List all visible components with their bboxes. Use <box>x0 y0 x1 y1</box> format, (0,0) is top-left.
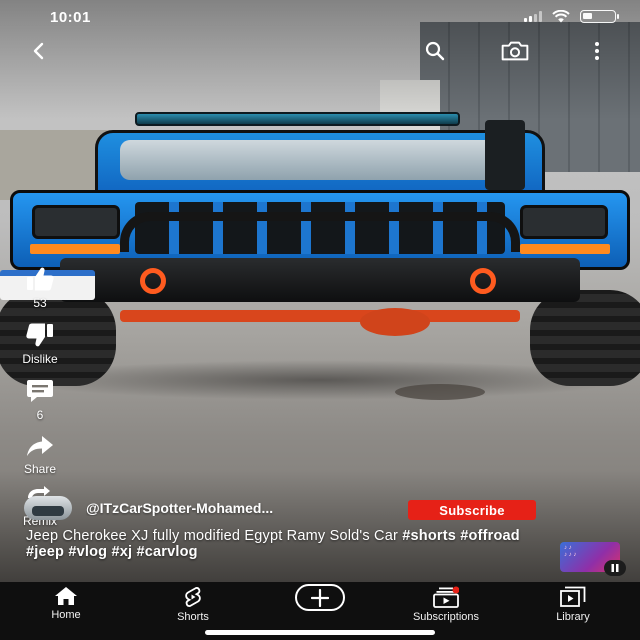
nav-create[interactable] <box>275 584 365 611</box>
battery-level <box>583 13 592 19</box>
front-bumper <box>60 258 580 302</box>
short-video-frame[interactable] <box>0 0 640 582</box>
hashtag[interactable]: #jeep <box>26 544 64 560</box>
hashtag[interactable]: #offroad <box>460 528 520 544</box>
nav-library[interactable]: Library <box>528 586 618 623</box>
nav-library-label: Library <box>556 611 590 623</box>
status-time: 10:01 <box>50 9 91 26</box>
nav-subscriptions-label: Subscriptions <box>412 611 480 623</box>
video-title[interactable]: Jeep Cherokee XJ fully modified Egypt Ra… <box>26 528 546 560</box>
hashtag[interactable]: #carvlog <box>136 544 197 560</box>
chevron-left-icon <box>33 42 44 60</box>
home-icon <box>55 587 77 605</box>
dislike-button[interactable]: Dislike <box>0 322 80 366</box>
front-axle <box>120 310 520 322</box>
video-title-text: Jeep Cherokee XJ fully modified Egypt Ra… <box>26 528 399 544</box>
home-indicator[interactable] <box>205 630 435 635</box>
more-vertical-icon <box>595 42 599 60</box>
bottom-gradient <box>0 470 640 582</box>
bull-bar <box>120 212 520 252</box>
camera-icon <box>501 41 529 61</box>
differential <box>360 308 430 336</box>
comment-icon <box>27 380 53 402</box>
hashtag[interactable]: #xj <box>111 544 132 560</box>
nav-home-label: Home <box>51 609 81 621</box>
channel-name[interactable]: @ITzCarSpotter-Mohamed... <box>86 500 386 516</box>
hashtag[interactable]: #vlog <box>68 544 107 560</box>
channel-info[interactable]: @ITzCarSpotter-Mohamed... <box>24 496 386 520</box>
right-amber-light <box>520 244 610 254</box>
dislike-label: Dislike <box>22 352 58 366</box>
share-label: Share <box>23 462 57 476</box>
thumbs-up-icon <box>27 267 54 291</box>
comments-button[interactable]: 6 <box>0 378 80 422</box>
comment-count: 6 <box>36 408 44 422</box>
like-button[interactable]: 53 <box>0 266 80 310</box>
left-amber-light <box>30 244 120 254</box>
share-arrow-icon <box>27 436 53 456</box>
share-button[interactable]: Share <box>0 434 80 476</box>
pause-icon <box>611 564 619 572</box>
left-headlight <box>32 205 120 239</box>
nav-home[interactable]: Home <box>21 586 111 621</box>
subscribe-button[interactable]: Subscribe <box>408 500 536 520</box>
nav-shorts-label: Shorts <box>177 611 209 623</box>
jeep-windshield <box>120 140 520 180</box>
wifi-icon <box>552 10 570 23</box>
more-options-button[interactable] <box>582 36 612 66</box>
thumbs-down-icon <box>26 323 53 347</box>
plus-icon <box>311 588 329 607</box>
hashtag[interactable]: #shorts <box>402 528 456 544</box>
shorts-icon <box>185 587 201 607</box>
like-count: 53 <box>33 296 47 310</box>
search-icon <box>425 41 445 61</box>
battery-icon <box>580 10 619 23</box>
status-icons <box>524 10 619 23</box>
nav-shorts[interactable]: Shorts <box>148 586 238 623</box>
right-headlight <box>520 205 608 239</box>
jeep-snorkel <box>485 120 525 190</box>
channel-avatar[interactable] <box>24 496 72 520</box>
create-button[interactable] <box>295 584 345 611</box>
cellular-signal-icon <box>524 11 542 22</box>
oil-stain <box>395 384 485 400</box>
sound-thumbnail-art: ♪ ♪ ♪ ♪ ♪ <box>564 545 577 558</box>
back-button[interactable] <box>24 36 54 66</box>
right-tire <box>530 290 640 386</box>
right-shackle <box>470 268 496 294</box>
subscriptions-icon <box>433 586 459 608</box>
search-button[interactable] <box>420 36 450 66</box>
nav-subscriptions[interactable]: Subscriptions <box>401 586 491 623</box>
pause-badge[interactable] <box>604 560 626 576</box>
left-shackle <box>140 268 166 294</box>
camera-button[interactable] <box>500 36 530 66</box>
library-icon <box>560 586 586 607</box>
